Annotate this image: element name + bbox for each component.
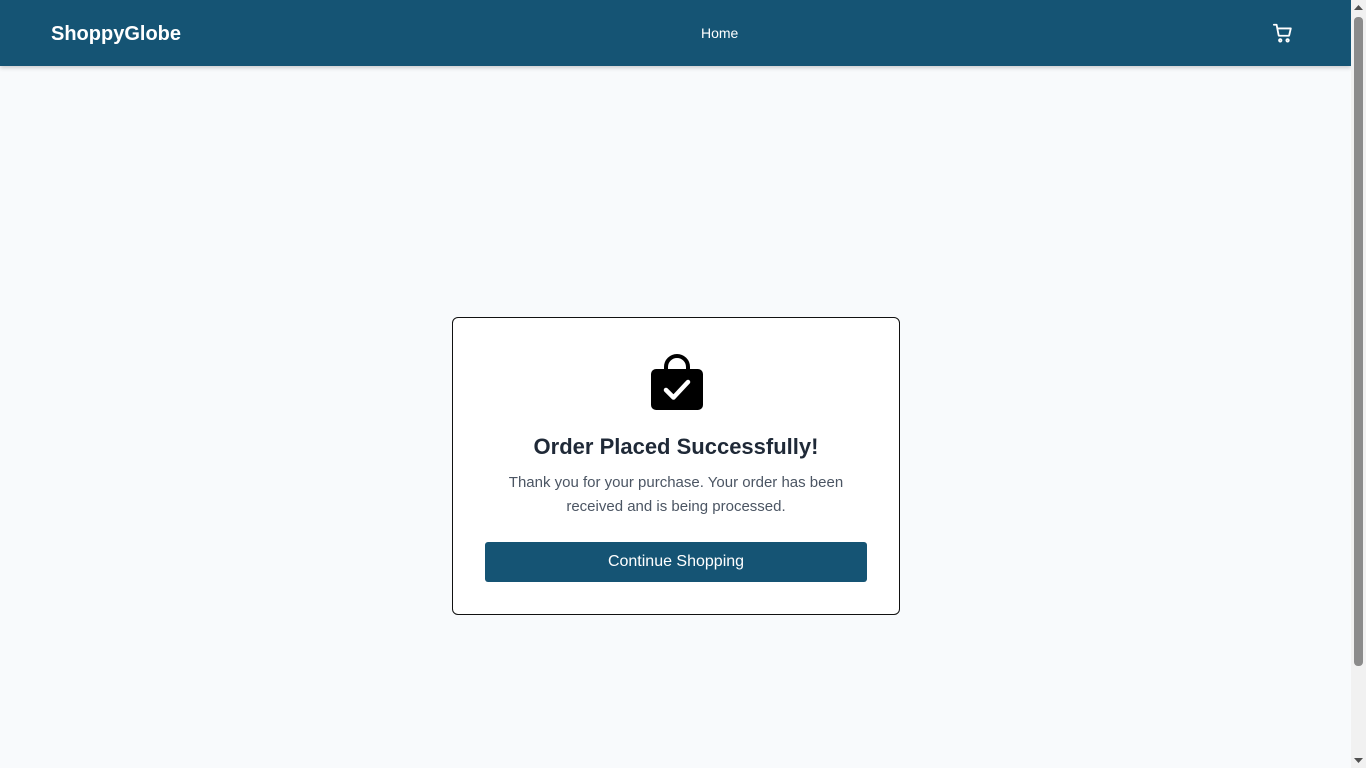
top-navbar: ShoppyGlobe Home bbox=[0, 0, 1351, 66]
page: ShoppyGlobe Home Order Placed Successful… bbox=[0, 0, 1351, 768]
scrollbar-thumb[interactable] bbox=[1354, 17, 1363, 666]
cart-button[interactable] bbox=[1272, 22, 1294, 44]
brand-logo[interactable]: ShoppyGlobe bbox=[51, 21, 181, 47]
shopping-bag-check-icon bbox=[651, 354, 703, 410]
order-success-card: Order Placed Successfully! Thank you for… bbox=[452, 317, 900, 615]
success-message: Thank you for your purchase. Your order … bbox=[508, 474, 844, 515]
scroll-down-arrow-icon[interactable] bbox=[1354, 757, 1363, 764]
nav-link-home[interactable]: Home bbox=[701, 24, 738, 42]
continue-shopping-button[interactable]: Continue Shopping bbox=[485, 542, 867, 582]
vertical-scrollbar[interactable] bbox=[1351, 0, 1366, 768]
scroll-up-arrow-icon[interactable] bbox=[1354, 4, 1363, 11]
shopping-cart-icon bbox=[1272, 23, 1292, 43]
success-title: Order Placed Successfully! bbox=[533, 434, 819, 459]
